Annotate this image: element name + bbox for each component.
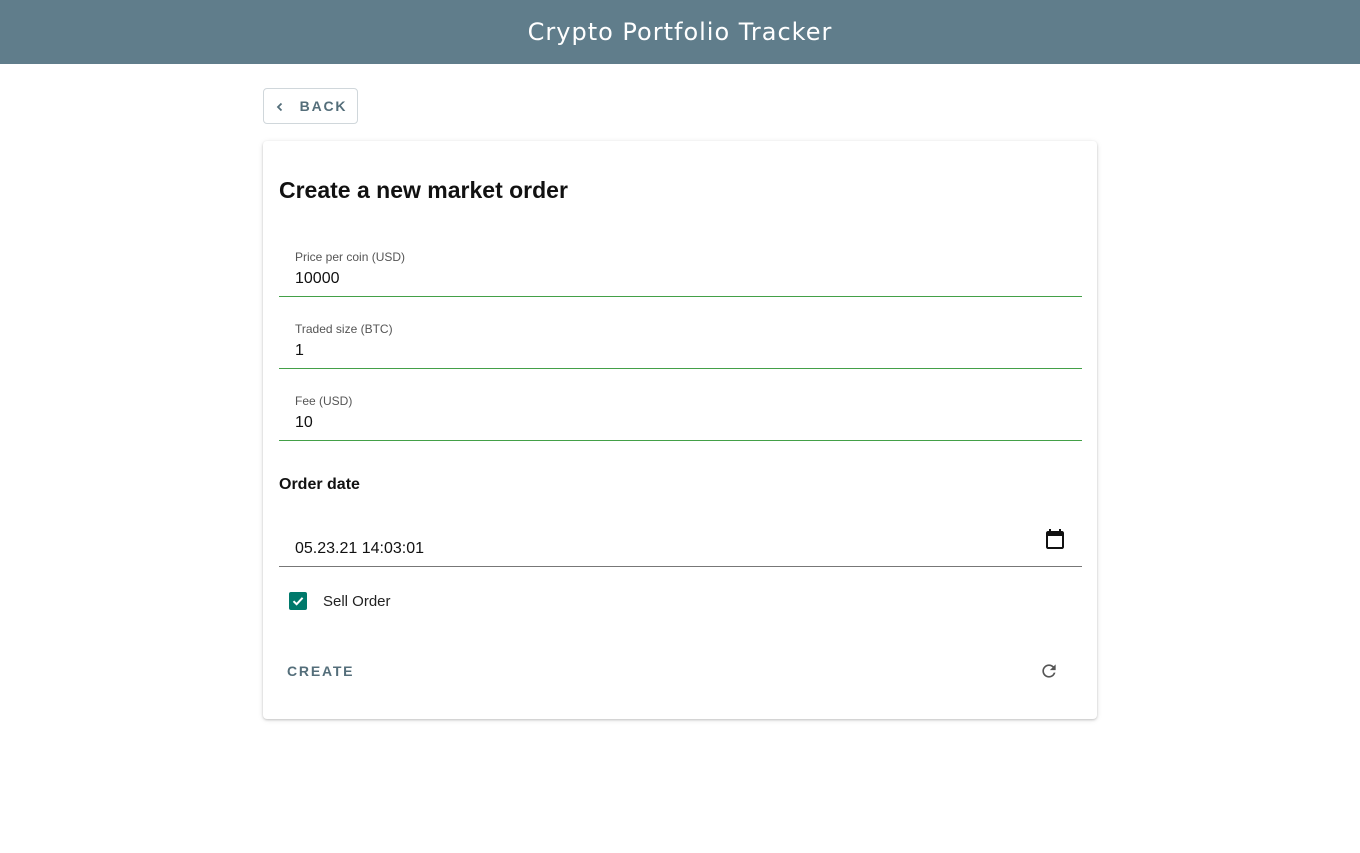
back-button[interactable]: BACK <box>263 88 358 124</box>
chevron-left-icon <box>274 100 286 112</box>
price-per-coin-field[interactable]: Price per coin (USD) 10000 <box>279 241 1082 297</box>
back-label: BACK <box>299 98 348 114</box>
order-form-card: Create a new market order Price per coin… <box>263 141 1097 719</box>
order-date-input[interactable]: 05.23.21 14:03:01 <box>295 540 424 558</box>
price-per-coin-input[interactable]: 10000 <box>295 270 340 288</box>
app-title: Crypto Portfolio Tracker <box>527 18 833 46</box>
traded-size-field[interactable]: Traded size (BTC) 1 <box>279 313 1082 369</box>
create-button[interactable]: CREATE <box>287 659 354 683</box>
fee-label: Fee (USD) <box>295 394 353 408</box>
app-bar: Crypto Portfolio Tracker <box>0 0 1360 64</box>
traded-size-label: Traded size (BTC) <box>295 322 393 336</box>
form-title: Create a new market order <box>279 177 568 203</box>
sell-order-label: Sell Order <box>323 592 391 610</box>
order-date-title: Order date <box>279 476 360 493</box>
price-per-coin-label: Price per coin (USD) <box>295 250 406 264</box>
calendar-icon[interactable] <box>1043 527 1067 551</box>
sell-order-row[interactable]: Sell Order <box>289 592 391 610</box>
traded-size-input[interactable]: 1 <box>295 342 304 360</box>
fee-input[interactable]: 10 <box>295 414 313 432</box>
fee-field[interactable]: Fee (USD) 10 <box>279 385 1082 441</box>
refresh-icon[interactable] <box>1037 659 1061 683</box>
order-date-field[interactable]: 05.23.21 14:03:01 <box>279 511 1082 567</box>
sell-order-checkbox[interactable] <box>289 592 307 610</box>
